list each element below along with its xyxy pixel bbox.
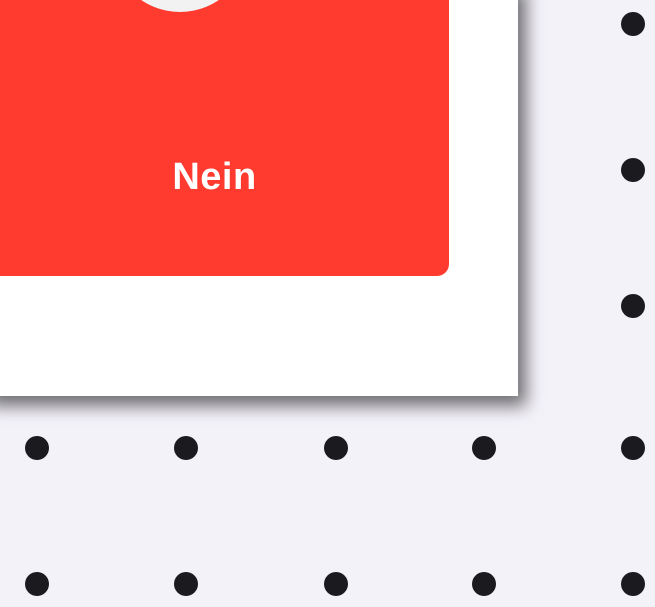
grid-dot — [472, 572, 496, 596]
grid-dot — [174, 436, 198, 460]
grid-dot — [621, 12, 645, 36]
grid-dot — [25, 436, 49, 460]
grid-dot — [621, 294, 645, 318]
dialog-card: Nein — [0, 0, 518, 396]
grid-dot — [621, 158, 645, 182]
no-button[interactable]: Nein — [0, 0, 449, 276]
grid-dot — [621, 436, 645, 460]
no-button-label: Nein — [172, 156, 257, 198]
grid-dot — [324, 572, 348, 596]
canvas: Nein — [0, 0, 655, 607]
grid-dot — [324, 436, 348, 460]
grid-dot — [25, 572, 49, 596]
grid-dot — [472, 436, 496, 460]
grid-dot — [621, 572, 645, 596]
grid-dot — [174, 572, 198, 596]
circle-icon — [111, 0, 249, 12]
